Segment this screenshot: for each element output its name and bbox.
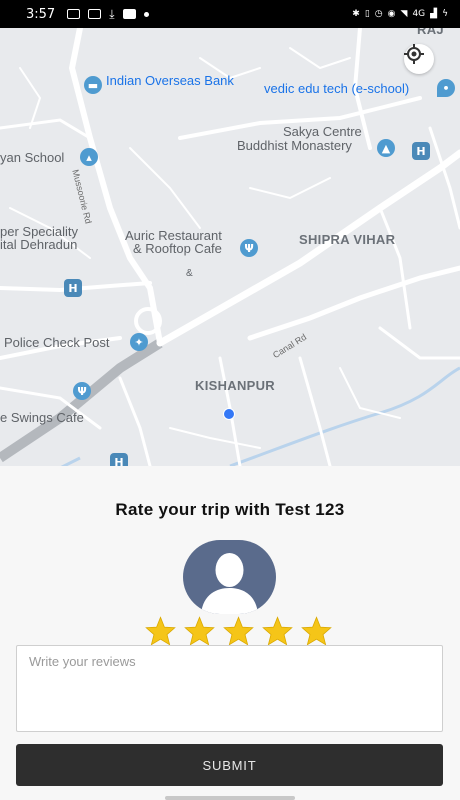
label-edu-tech[interactable]: vedic edu tech (e-school) (264, 81, 409, 96)
temple-icon[interactable]: ▲ (377, 139, 395, 157)
star-icon[interactable] (300, 616, 333, 646)
star-icon[interactable] (222, 616, 255, 646)
my-location-icon (404, 44, 424, 64)
bank-icon[interactable]: ▬ (84, 76, 102, 94)
hospital-icon[interactable]: H (412, 142, 430, 160)
more-notifications-icon (143, 11, 149, 17)
star-icon[interactable] (144, 616, 177, 646)
vibrate-icon: ▯ (364, 9, 370, 19)
label-ampersand: & (186, 268, 193, 279)
screen: 3:57 ⤓ ✱ ▯ ◷ ◉ ◥ 4G ▟ ϟ ▬ Indian Oversea… (0, 0, 460, 800)
bluetooth-icon: ✱ (352, 9, 360, 19)
home-indicator[interactable] (165, 796, 295, 800)
status-time: 3:57 (26, 6, 56, 22)
label-shipra-vihar: SHIPRA VIHAR (299, 232, 396, 247)
star-rating[interactable] (144, 616, 333, 646)
map-pin-icon[interactable]: • (437, 79, 455, 97)
restaurant-icon[interactable]: Ψ (240, 239, 258, 257)
label-cafe[interactable]: e Swings Cafe (0, 410, 84, 425)
label-kishanpur: KISHANPUR (195, 378, 275, 393)
hospital-icon-2[interactable]: H (64, 279, 82, 297)
location-status-icon: ◉ (387, 9, 396, 19)
rating-panel: Rate your trip with Test 123 SUBMIT (0, 466, 460, 800)
image-icon (88, 9, 102, 19)
status-bar: 3:57 ⤓ ✱ ▯ ◷ ◉ ◥ 4G ▟ ϟ (0, 0, 460, 28)
police-icon[interactable]: ✦ (130, 333, 148, 351)
map-view[interactable]: ▬ Indian Overseas Bank vedic edu tech (e… (0, 28, 460, 466)
label-restaurant-line2[interactable]: & Rooftop Cafe (133, 241, 222, 256)
app-icon (122, 9, 136, 19)
my-location-button[interactable] (404, 44, 434, 74)
label-monastery-line1[interactable]: Sakya Centre (283, 124, 362, 139)
label-hospital-line2[interactable]: ital Dehradun (0, 237, 77, 252)
network-type: 4G (412, 9, 426, 19)
person-icon (201, 553, 258, 614)
star-icon[interactable] (183, 616, 216, 646)
download-icon: ⤓ (109, 6, 115, 21)
wifi-icon: ◥ (400, 9, 408, 19)
hospital-icon-3[interactable]: H (110, 453, 128, 466)
cafe-icon[interactable]: Ψ (73, 382, 91, 400)
driver-avatar (183, 540, 276, 614)
star-icon[interactable] (261, 616, 294, 646)
notification-icons: ⤓ (67, 6, 149, 22)
school-icon[interactable]: ▴ (80, 148, 98, 166)
label-police[interactable]: Police Check Post (4, 335, 110, 350)
signal-icon: ▟ (430, 9, 438, 19)
battery-icon: ϟ (442, 9, 448, 19)
alarm-icon: ◷ (374, 9, 383, 19)
current-location-marker (223, 408, 235, 420)
rate-trip-title: Rate your trip with Test 123 (115, 500, 345, 519)
label-school[interactable]: yan School (0, 150, 64, 165)
label-monastery-line2[interactable]: Buddhist Monastery (237, 138, 352, 153)
label-bank[interactable]: Indian Overseas Bank (106, 73, 234, 88)
review-input[interactable] (16, 645, 443, 732)
submit-button[interactable]: SUBMIT (16, 744, 443, 786)
label-corner: RAJ (417, 28, 444, 37)
message-icon (67, 9, 81, 19)
system-icons: ✱ ▯ ◷ ◉ ◥ 4G ▟ ϟ (352, 9, 448, 19)
